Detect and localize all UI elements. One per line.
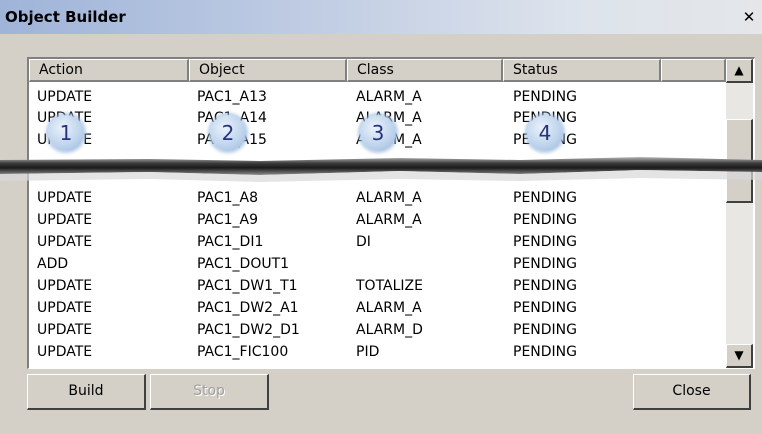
cell-status: PENDING — [513, 89, 577, 105]
close-icon[interactable]: ✕ — [740, 9, 758, 26]
cell-action: UPDATE — [37, 344, 93, 360]
table-row[interactable]: UPDATE PAC1_DI1 DI PENDING — [29, 234, 724, 254]
cell-status: PENDING — [513, 212, 577, 228]
cell-status: PENDING — [513, 190, 577, 206]
object-builder-window: Object Builder ✕ Action Object Class Sta… — [0, 0, 762, 434]
scroll-down-arrow-icon[interactable]: ▼ — [726, 344, 753, 368]
cell-class: TOTALIZE — [356, 278, 423, 294]
close-button[interactable]: Close — [633, 374, 751, 410]
cell-status: PENDING — [513, 234, 577, 250]
cell-object: PAC1_DW2_A1 — [197, 300, 299, 316]
column-header-action[interactable]: Action — [29, 59, 189, 82]
cell-action: UPDATE — [37, 322, 93, 338]
cell-class: PID — [356, 344, 380, 360]
cell-class: ALARM_A — [356, 190, 422, 206]
cell-object: PAC1_DI1 — [197, 234, 264, 250]
stop-button[interactable]: Stop — [150, 374, 269, 410]
scrollbar-thumb-lower[interactable] — [726, 167, 753, 203]
column-header-object[interactable]: Object — [189, 59, 347, 82]
table-row[interactable]: UPDATE PAC1_DW2_A1 ALARM_A PENDING — [29, 300, 724, 320]
table-row[interactable]: UPDATE PAC1_A8 ALARM_A PENDING — [29, 190, 724, 210]
table-row[interactable]: UPDATE PAC1_DW1_T1 TOTALIZE PENDING — [29, 278, 724, 298]
column-header-status[interactable]: Status — [503, 59, 661, 82]
cell-action: UPDATE — [37, 190, 93, 206]
cell-class: ALARM_A — [356, 212, 422, 228]
callout-badge-4: 4 — [527, 115, 563, 151]
table-row[interactable]: UPDATE PAC1_DW2_D1 ALARM_D PENDING — [29, 322, 724, 342]
cell-object: PAC1_FIC100 — [197, 344, 289, 360]
cell-status: PENDING — [513, 344, 577, 360]
cell-action: UPDATE — [37, 212, 93, 228]
cell-action: UPDATE — [37, 89, 93, 105]
cell-object: PAC1_DOUT1 — [197, 256, 290, 272]
cell-object: PAC1_A13 — [197, 89, 267, 105]
cell-action: UPDATE — [37, 278, 93, 294]
cell-action: UPDATE — [37, 300, 93, 316]
cell-class: DI — [356, 234, 371, 250]
callout-badge-1: 1 — [48, 115, 84, 151]
cell-class: ALARM_A — [356, 89, 422, 105]
cell-class: ALARM_A — [356, 300, 422, 316]
cell-object: PAC1_DW2_D1 — [197, 322, 300, 338]
cell-class: ALARM_D — [356, 322, 423, 338]
table-row[interactable]: UPDATE PAC1_A13 ALARM_A PENDING — [29, 89, 724, 109]
vertical-scrollbar[interactable]: ▲ ▼ — [726, 59, 753, 368]
cell-object: PAC1_A8 — [197, 190, 259, 206]
build-button[interactable]: Build — [27, 374, 146, 410]
cell-status: PENDING — [513, 256, 577, 272]
scrollbar-thumb-upper[interactable] — [726, 119, 753, 163]
cell-status: PENDING — [513, 300, 577, 316]
cell-action: ADD — [37, 256, 69, 272]
cell-action: UPDATE — [37, 234, 93, 250]
table-row[interactable]: ADD PAC1_DOUT1 PENDING — [29, 256, 724, 276]
cell-object: PAC1_DW1_T1 — [197, 278, 298, 294]
scroll-up-arrow-icon[interactable]: ▲ — [726, 59, 753, 83]
cell-object: PAC1_A9 — [197, 212, 259, 228]
column-header-class[interactable]: Class — [347, 59, 503, 82]
cell-status: PENDING — [513, 322, 577, 338]
column-header-filler — [661, 59, 726, 82]
table-row[interactable]: UPDATE PAC1_FIC100 PID PENDING — [29, 344, 724, 364]
callout-badge-2: 2 — [210, 115, 246, 151]
window-title: Object Builder — [5, 8, 126, 26]
callout-badge-3: 3 — [360, 115, 396, 151]
objects-list[interactable]: Action Object Class Status UPDATE PAC1_A1… — [27, 57, 755, 369]
title-bar[interactable]: Object Builder ✕ — [0, 0, 762, 34]
table-row[interactable]: UPDATE PAC1_A9 ALARM_A PENDING — [29, 212, 724, 232]
cell-status: PENDING — [513, 278, 577, 294]
